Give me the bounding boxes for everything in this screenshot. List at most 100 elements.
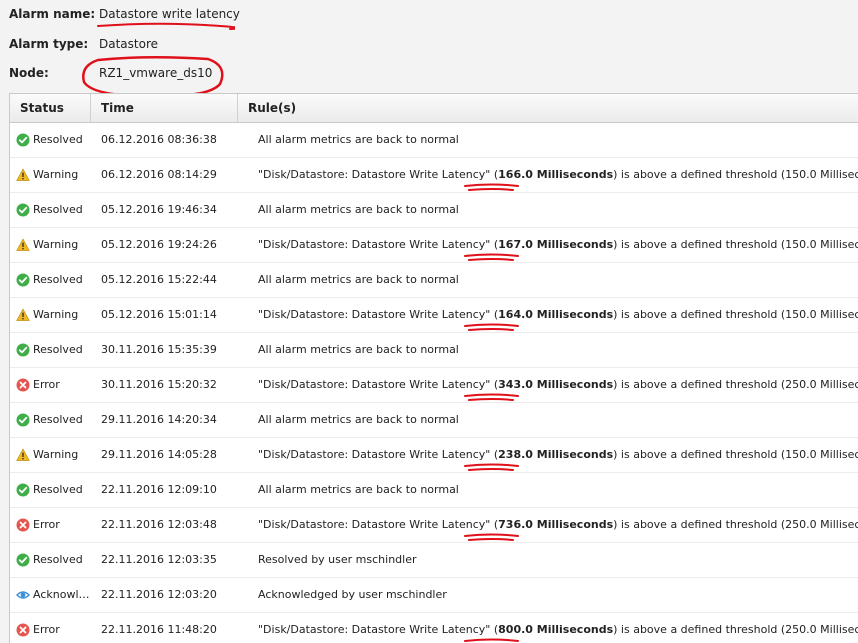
- rule-measured-value: 343.0 Milliseconds: [498, 378, 614, 391]
- alarm-type-label: Alarm type:: [9, 37, 89, 51]
- time-text: 22.11.2016 12:03:35: [101, 553, 217, 566]
- rule-text: Resolved by user mschindler: [258, 543, 417, 577]
- time-text: 29.11.2016 14:20:34: [101, 413, 217, 426]
- alarm-type-value: Datastore: [99, 37, 159, 51]
- rule-text: All alarm metrics are back to normal: [258, 403, 459, 437]
- time-text: 22.11.2016 11:48:20: [101, 623, 217, 636]
- rule-text-main: "Disk/Datastore: Datastore Write Latency…: [258, 448, 499, 461]
- rule-text: All alarm metrics are back to normal: [258, 193, 459, 227]
- check-icon: [16, 343, 30, 357]
- status-text: Warning: [33, 308, 79, 321]
- rule-text-main: "Disk/Datastore: Datastore Write Latency…: [258, 308, 499, 321]
- table-row[interactable]: Error 22.11.2016 12:03:48 "Disk/Datastore:…: [10, 508, 858, 543]
- status-text: Resolved: [33, 273, 83, 286]
- column-header-status[interactable]: Status: [10, 94, 91, 122]
- time-text: 05.12.2016 19:24:26: [101, 238, 217, 251]
- column-header-rules[interactable]: Rule(s): [238, 94, 858, 122]
- warning-icon: [16, 168, 30, 182]
- rule-text: "Disk/Datastore: Datastore Write Latency…: [258, 508, 858, 542]
- time-text: 29.11.2016 14:05:28: [101, 448, 217, 461]
- rule-text-main: Resolved by user mschindler: [258, 553, 417, 566]
- rule-text-main: All alarm metrics are back to normal: [258, 133, 459, 146]
- time-text: 05.12.2016 15:22:44: [101, 273, 217, 286]
- rule-threshold-text: ) is above a defined threshold (150.0 Mi…: [613, 308, 858, 321]
- time-text: 22.11.2016 12:03:20: [101, 588, 217, 601]
- rule-text-main: All alarm metrics are back to normal: [258, 483, 459, 496]
- warning-icon: [16, 238, 30, 252]
- time-text: 05.12.2016 19:46:34: [101, 203, 217, 216]
- rule-text: All alarm metrics are back to normal: [258, 333, 459, 367]
- rule-measured-value: 736.0 Milliseconds: [498, 518, 614, 531]
- rule-text: "Disk/Datastore: Datastore Write Latency…: [258, 228, 858, 262]
- status-text: Resolved: [33, 553, 83, 566]
- table-row[interactable]: Resolved 05.12.2016 19:46:34 All alarm met…: [10, 193, 858, 228]
- status-text: Resolved: [33, 133, 83, 146]
- rule-threshold-text: ) is above a defined threshold (150.0 Mi…: [613, 448, 858, 461]
- status-text: Resolved: [33, 343, 83, 356]
- table-row[interactable]: Warning 05.12.2016 15:01:14 "Disk/Datastor…: [10, 298, 858, 333]
- status-text: Warning: [33, 448, 79, 461]
- check-icon: [16, 553, 30, 567]
- rule-threshold-text: ) is above a defined threshold (150.0 Mi…: [613, 238, 858, 251]
- status-text: Warning: [33, 238, 79, 251]
- rule-text-main: All alarm metrics are back to normal: [258, 413, 459, 426]
- time-text: 30.11.2016 15:20:32: [101, 378, 217, 391]
- table-row[interactable]: Warning 06.12.2016 08:14:29 "Disk/Datastor…: [10, 158, 858, 193]
- rule-threshold-text: ) is above a defined threshold (250.0 Mi…: [613, 623, 858, 636]
- rule-text-main: All alarm metrics are back to normal: [258, 203, 459, 216]
- alarm-name-value: Datastore write latency: [99, 7, 240, 21]
- table-row[interactable]: Error 30.11.2016 15:20:32 "Disk/Datastore:…: [10, 368, 858, 403]
- table-row[interactable]: Resolved 22.11.2016 12:09:10 All alarm met…: [10, 473, 858, 508]
- table-row[interactable]: Resolved 05.12.2016 15:22:44 All alarm met…: [10, 263, 858, 298]
- eye-icon: [16, 588, 30, 602]
- table-header: Status Time Rule(s): [10, 94, 858, 123]
- rule-text: All alarm metrics are back to normal: [258, 473, 459, 507]
- check-icon: [16, 273, 30, 287]
- rule-text: Acknowledged by user mschindler: [258, 578, 447, 612]
- status-text: Acknowledged: [33, 588, 93, 601]
- time-text: 06.12.2016 08:36:38: [101, 133, 217, 146]
- rule-measured-value: 164.0 Milliseconds: [498, 308, 614, 321]
- time-text: 05.12.2016 15:01:14: [101, 308, 217, 321]
- warning-icon: [16, 308, 30, 322]
- rule-text: "Disk/Datastore: Datastore Write Latency…: [258, 368, 858, 402]
- error-icon: [16, 623, 30, 637]
- table-body: Resolved 06.12.2016 08:36:38 All alarm met…: [10, 123, 858, 643]
- status-text: Error: [33, 378, 60, 391]
- rule-threshold-text: ) is above a defined threshold (150.0 Mi…: [613, 168, 858, 181]
- status-text: Error: [33, 623, 60, 636]
- table-row[interactable]: Acknowledged 22.11.2016 12:03:20 Acknowled…: [10, 578, 858, 613]
- rule-text-main: All alarm metrics are back to normal: [258, 273, 459, 286]
- table-row[interactable]: Resolved 29.11.2016 14:20:34 All alarm met…: [10, 403, 858, 438]
- rule-text-main: "Disk/Datastore: Datastore Write Latency…: [258, 378, 499, 391]
- rule-text: All alarm metrics are back to normal: [258, 123, 459, 157]
- status-text: Resolved: [33, 413, 83, 426]
- node-label: Node:: [9, 66, 49, 80]
- table-row[interactable]: Warning 05.12.2016 19:24:26 "Disk/Datastor…: [10, 228, 858, 263]
- check-icon: [16, 203, 30, 217]
- table-row[interactable]: Error 22.11.2016 11:48:20 "Disk/Datastore:…: [10, 613, 858, 643]
- error-icon: [16, 378, 30, 392]
- time-text: 22.11.2016 12:03:48: [101, 518, 217, 531]
- rule-text: All alarm metrics are back to normal: [258, 263, 459, 297]
- time-text: 06.12.2016 08:14:29: [101, 168, 217, 181]
- table-row[interactable]: Resolved 06.12.2016 08:36:38 All alarm met…: [10, 123, 858, 158]
- status-text: Resolved: [33, 483, 83, 496]
- node-value: RZ1_vmware_ds10: [99, 66, 213, 80]
- column-header-time[interactable]: Time: [91, 94, 238, 122]
- table-row[interactable]: Resolved 22.11.2016 12:03:35 Resolved by u…: [10, 543, 858, 578]
- table-row[interactable]: Warning 29.11.2016 14:05:28 "Disk/Datastor…: [10, 438, 858, 473]
- rule-threshold-text: ) is above a defined threshold (250.0 Mi…: [613, 518, 858, 531]
- alarm-name-label: Alarm name:: [9, 7, 96, 21]
- time-text: 22.11.2016 12:09:10: [101, 483, 217, 496]
- rule-text-main: Acknowledged by user mschindler: [258, 588, 447, 601]
- table-row[interactable]: Resolved 30.11.2016 15:35:39 All alarm met…: [10, 333, 858, 368]
- check-icon: [16, 133, 30, 147]
- rule-text-main: All alarm metrics are back to normal: [258, 343, 459, 356]
- rule-measured-value: 167.0 Milliseconds: [498, 238, 614, 251]
- rule-measured-value: 800.0 Milliseconds: [498, 623, 614, 636]
- time-text: 30.11.2016 15:35:39: [101, 343, 217, 356]
- alarm-history-table: Status Time Rule(s) Resolved 06.12.2016 0…: [9, 93, 858, 643]
- rule-text-main: "Disk/Datastore: Datastore Write Latency…: [258, 168, 499, 181]
- rule-measured-value: 238.0 Milliseconds: [498, 448, 614, 461]
